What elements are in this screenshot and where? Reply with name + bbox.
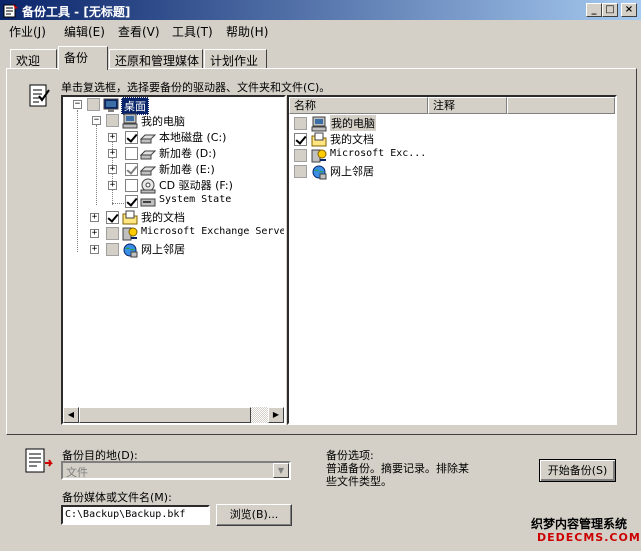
computer-icon [122,113,138,129]
tree-local-disk[interactable]: 本地磁盘 (C:) [159,129,226,145]
tree-new-volume-e[interactable]: 新加卷 (E:) [159,161,215,177]
scroll-left-button[interactable]: ◀ [63,407,79,423]
tree-system-state[interactable]: System State [159,194,231,205]
tree-exchange[interactable]: Microsoft Exchange Serve [141,226,284,237]
media-filename-value: C:\Backup\Backup.bkf [65,509,186,520]
media-label: 备份媒体或文件名(M): [62,491,172,504]
destination-select[interactable]: 文件 ▼ [61,461,291,480]
new-volume-e-checkbox[interactable] [125,163,138,176]
local-disk-checkbox[interactable] [125,131,138,144]
exchange-server-icon [122,227,138,241]
list-my-computer-checkbox[interactable] [294,117,307,130]
backup-app-icon [3,4,18,18]
menu-bar: 作业(J) 编辑(E) 查看(V) 工具(T) 帮助(H) [0,20,641,40]
media-filename-input[interactable]: C:\Backup\Backup.bkf [61,505,210,525]
watermark-line2: DEDECMS.COM [537,531,641,544]
tree-horizontal-scrollbar[interactable]: ◀ ▶ [63,407,284,423]
expand-local-disk[interactable]: + [108,133,117,142]
window-title: 备份工具 - [无标题] [22,5,131,19]
hard-disk-icon [140,150,156,160]
expand-new-volume-e[interactable]: + [108,165,117,174]
network-checkbox[interactable] [106,243,119,256]
tree-network[interactable]: 网上邻居 [141,241,185,257]
folder-icon [311,132,327,147]
tree-cd-drive[interactable]: CD 驱动器 (F:) [159,177,233,193]
desktop-checkbox[interactable] [87,98,100,111]
system-state-checkbox[interactable] [125,195,138,208]
expand-cd-drive[interactable]: + [108,181,117,190]
expand-network[interactable]: + [90,245,99,254]
network-globe-icon [123,243,138,258]
watermark-line1: 织梦内容管理系统 [531,517,628,531]
expand-exchange[interactable]: + [90,229,99,238]
collapse-desktop[interactable]: − [73,100,82,109]
cd-drive-icon [140,178,156,194]
folder-icon [122,210,138,225]
hard-disk-icon [140,166,156,176]
destination-value: 文件 [66,466,88,479]
start-backup-button[interactable]: 开始备份(S) [539,459,616,482]
folder-tree[interactable]: − 桌面 − 我的电脑 + 本地磁盘 (C:) + 新加卷 (D:) + 新加卷… [61,95,286,425]
instruction-text: 单击复选框，选择要备份的驱动器、文件夹和文件(C)。 [61,81,331,94]
menu-tools[interactable]: 工具(T) [172,23,213,40]
tab-restore[interactable]: 还原和管理媒体 [109,49,203,68]
cd-drive-checkbox[interactable] [125,179,138,192]
title-bar[interactable]: 备份工具 - [无标题] _ □ × [0,0,641,20]
exchange-checkbox[interactable] [106,227,119,240]
column-header-name[interactable]: 名称 [289,97,428,114]
tab-backup[interactable]: 备份 [58,46,108,70]
tree-new-volume-d[interactable]: 新加卷 (D:) [159,145,216,161]
collapse-my-computer[interactable]: − [92,116,101,125]
hard-disk-icon [140,134,156,144]
network-globe-icon [312,165,327,180]
exchange-server-icon [311,149,327,163]
expand-my-documents[interactable]: + [90,213,99,222]
menu-edit[interactable]: 编辑(E) [64,23,105,40]
item-list[interactable]: 名称 注释 我的电脑 我的文档 Microsoft Exc... 网上邻居 [287,95,617,425]
list-my-documents-checkbox[interactable] [294,133,307,146]
scroll-thumb[interactable] [79,407,251,423]
scroll-right-button[interactable]: ▶ [268,407,284,423]
new-volume-d-checkbox[interactable] [125,147,138,160]
list-item[interactable]: Microsoft Exc... [330,148,426,159]
list-network-checkbox[interactable] [294,165,307,178]
tree-my-documents[interactable]: 我的文档 [141,209,185,225]
tab-welcome[interactable]: 欢迎 [10,49,57,68]
list-item[interactable]: 我的电脑 [330,115,376,131]
minimize-button[interactable]: _ [586,3,602,17]
column-header-empty[interactable] [507,97,615,114]
list-item[interactable]: 我的文档 [330,131,374,147]
tab-schedule[interactable]: 计划作业 [204,49,267,68]
expand-new-volume-d[interactable]: + [108,149,117,158]
browse-button[interactable]: 浏览(B)... [216,504,292,526]
dropdown-arrow-icon[interactable]: ▼ [273,463,289,478]
maximize-button[interactable]: □ [602,3,618,17]
my-computer-checkbox[interactable] [106,114,119,127]
list-exchange-checkbox[interactable] [294,149,307,162]
my-documents-checkbox[interactable] [106,211,119,224]
menu-view[interactable]: 查看(V) [118,23,160,40]
computer-icon [311,116,327,132]
tree-my-computer[interactable]: 我的电脑 [141,113,185,129]
close-button[interactable]: × [621,3,637,17]
list-item[interactable]: 网上邻居 [330,163,374,179]
destination-icon [25,448,53,473]
menu-help[interactable]: 帮助(H) [226,23,268,40]
menu-job[interactable]: 作业(J) [9,23,46,40]
desktop-icon [103,98,119,112]
column-header-comment[interactable]: 注释 [428,97,507,114]
options-text-line2: 些文件类型。 [326,475,392,488]
system-state-icon [140,198,156,207]
checklist-icon [29,84,50,107]
